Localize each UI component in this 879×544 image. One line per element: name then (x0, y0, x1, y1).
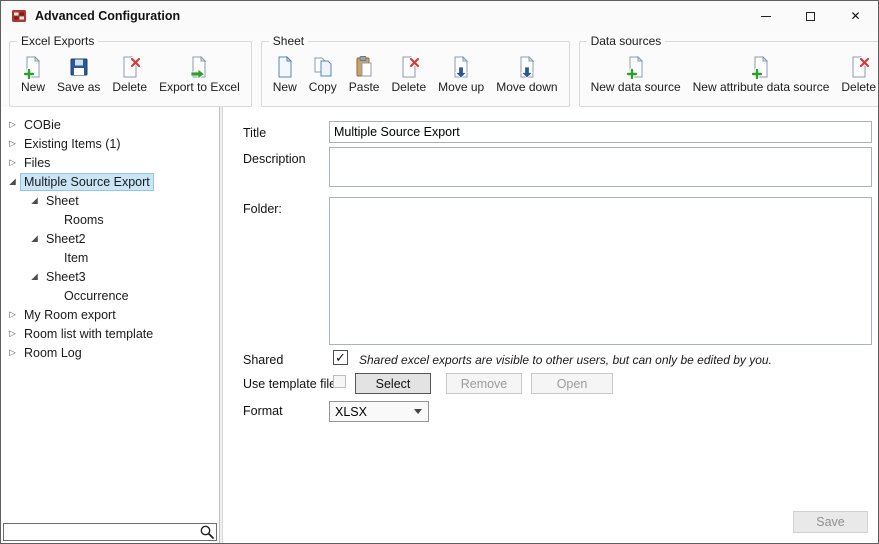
chevron-expanded-icon[interactable] (27, 233, 42, 244)
tree-item-sheet3[interactable]: Sheet3 (27, 267, 90, 286)
close-icon: ✕ (850, 10, 860, 22)
tree-item-room-log[interactable]: Room Log (5, 343, 86, 362)
sheet-copy-button[interactable]: Copy (303, 52, 343, 97)
folder-input[interactable] (329, 197, 872, 345)
tree-item-existing-items[interactable]: Existing Items (1) (5, 134, 125, 153)
main-area: COBie Existing Items (1) Files Multiple … (1, 107, 878, 543)
tree-item-files[interactable]: Files (5, 153, 54, 172)
tree-item-item[interactable]: Item (45, 248, 92, 267)
remove-template-button[interactable]: Remove (446, 373, 522, 394)
document-plus-icon (624, 55, 648, 79)
search-icon[interactable] (199, 524, 215, 540)
title-label: Title (243, 126, 266, 140)
sheet-delete-button[interactable]: Delete (385, 52, 432, 97)
chevron-collapsed-icon[interactable] (5, 157, 20, 168)
new-data-source-button[interactable]: New data source (585, 52, 687, 97)
chevron-collapsed-icon[interactable] (5, 309, 20, 320)
tree-item-room-list-with-template[interactable]: Room list with template (5, 324, 157, 343)
document-plus-icon (21, 55, 45, 79)
chevron-expanded-icon[interactable] (27, 271, 42, 282)
title-input[interactable] (329, 121, 872, 143)
select-template-button[interactable]: Select (355, 373, 431, 394)
export-tree-pane: COBie Existing Items (1) Files Multiple … (1, 107, 220, 543)
group-label: Sheet (269, 34, 308, 48)
save-button[interactable]: Save (793, 511, 868, 533)
group-label: Excel Exports (17, 34, 98, 48)
chevron-collapsed-icon[interactable] (5, 347, 20, 358)
use-template-file-label: Use template file (243, 377, 336, 391)
paste-icon (352, 55, 376, 79)
open-template-button[interactable]: Open (531, 373, 613, 394)
tree-item-my-room-export[interactable]: My Room export (5, 305, 120, 324)
document-arrow-up-icon (449, 55, 473, 79)
tree-item-multiple-source-export[interactable]: Multiple Source Export (5, 172, 154, 191)
sheet-move-up-button[interactable]: Move up (432, 52, 490, 97)
shared-checkbox[interactable]: ✓ (333, 350, 348, 365)
document-delete-icon (397, 55, 421, 79)
caption-buttons: ✕ (743, 1, 878, 31)
new-attribute-data-source-button[interactable]: New attribute data source (687, 52, 836, 97)
format-value: XLSX (335, 405, 367, 419)
chevron-expanded-icon[interactable] (5, 176, 20, 187)
sheet-paste-button[interactable]: Paste (343, 52, 386, 97)
shared-label: Shared (243, 353, 283, 367)
document-export-icon (187, 55, 211, 79)
group-label: Data sources (587, 34, 666, 48)
checkmark-icon: ✓ (335, 350, 346, 366)
advanced-configuration-window: Advanced Configuration ✕ Excel Exports N… (0, 0, 879, 544)
tree-item-occurrence[interactable]: Occurrence (45, 286, 133, 305)
chevron-collapsed-icon[interactable] (5, 119, 20, 130)
tree-search-box (3, 523, 217, 541)
search-input[interactable] (4, 525, 199, 539)
chevron-down-icon (414, 409, 422, 414)
minimize-button[interactable] (743, 1, 788, 31)
document-new-icon (273, 55, 297, 79)
chevron-expanded-icon[interactable] (27, 195, 42, 206)
toolbar-group-excel-exports: Excel Exports New Save as Delete Export … (9, 41, 252, 107)
window-title: Advanced Configuration (35, 9, 180, 23)
minimize-icon (761, 16, 771, 17)
document-plus-icon (749, 55, 773, 79)
description-label: Description (243, 152, 306, 166)
export-details-form: Title Description Folder: Shared ✓ Share… (223, 107, 878, 543)
tree-item-sheet2[interactable]: Sheet2 (27, 229, 90, 248)
toolbar-group-data-sources: Data sources New data source New attribu… (579, 41, 879, 107)
shared-note: Shared excel exports are visible to othe… (359, 353, 772, 367)
format-dropdown[interactable]: XLSX (329, 401, 429, 422)
copy-icon (311, 55, 335, 79)
document-arrow-down-icon (515, 55, 539, 79)
titlebar: Advanced Configuration ✕ (1, 1, 878, 31)
description-input[interactable] (329, 147, 872, 187)
document-delete-icon (847, 55, 871, 79)
document-delete-icon (118, 55, 142, 79)
app-icon (11, 8, 27, 24)
sheet-move-down-button[interactable]: Move down (490, 52, 563, 97)
export-to-excel-button[interactable]: Export to Excel (153, 52, 246, 97)
toolbar: Excel Exports New Save as Delete Export … (1, 31, 878, 107)
chevron-collapsed-icon[interactable] (5, 328, 20, 339)
sheet-new-button[interactable]: New (267, 52, 303, 97)
use-template-file-checkbox[interactable] (333, 375, 346, 388)
excel-export-save-as-button[interactable]: Save as (51, 52, 106, 97)
tree-item-sheet[interactable]: Sheet (27, 191, 83, 210)
chevron-collapsed-icon[interactable] (5, 138, 20, 149)
data-source-delete-button[interactable]: Delete (835, 52, 879, 97)
folder-label: Folder: (243, 202, 282, 216)
save-floppy-icon (67, 55, 91, 79)
tree-item-rooms[interactable]: Rooms (45, 210, 108, 229)
toolbar-group-sheet: Sheet New Copy Paste Delete Move up (261, 41, 570, 107)
tree-item-cobie[interactable]: COBie (5, 115, 65, 134)
maximize-button[interactable] (788, 1, 833, 31)
excel-export-new-button[interactable]: New (15, 52, 51, 97)
format-label: Format (243, 404, 283, 418)
excel-export-delete-button[interactable]: Delete (106, 52, 153, 97)
maximize-icon (806, 12, 815, 21)
close-button[interactable]: ✕ (833, 1, 878, 31)
